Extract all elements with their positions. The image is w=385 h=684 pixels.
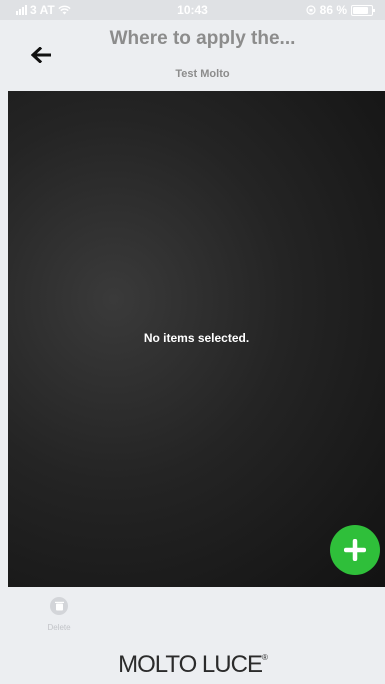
page-subtitle: Test Molto bbox=[175, 68, 230, 80]
plus-icon bbox=[344, 539, 366, 561]
status-bar: 3 AT 10:43 86 % bbox=[0, 0, 385, 20]
battery-icon bbox=[351, 4, 375, 16]
header: Where to apply the... Test Molto bbox=[0, 20, 385, 91]
brand-logo-mark: ® bbox=[261, 653, 268, 662]
preview-area: No items selected. bbox=[8, 91, 385, 587]
arrow-left-icon bbox=[31, 47, 51, 63]
back-button[interactable] bbox=[24, 38, 58, 72]
orientation-lock-icon bbox=[306, 5, 316, 15]
delete-button[interactable]: Delete bbox=[36, 595, 82, 637]
delete-label: Delete bbox=[47, 623, 71, 632]
brand-logo-text: MOLTO LUCE bbox=[118, 651, 263, 678]
bottom-bar: Delete MOLTO LUCE® bbox=[0, 587, 385, 684]
status-right: 86 % bbox=[306, 3, 375, 17]
battery-percent: 86 % bbox=[319, 3, 347, 17]
trash-icon bbox=[50, 597, 68, 615]
empty-message: No items selected. bbox=[143, 331, 250, 345]
add-button[interactable] bbox=[330, 525, 380, 575]
brand-logo: MOLTO LUCE® bbox=[0, 651, 385, 679]
page-title: Where to apply the... bbox=[109, 28, 296, 49]
